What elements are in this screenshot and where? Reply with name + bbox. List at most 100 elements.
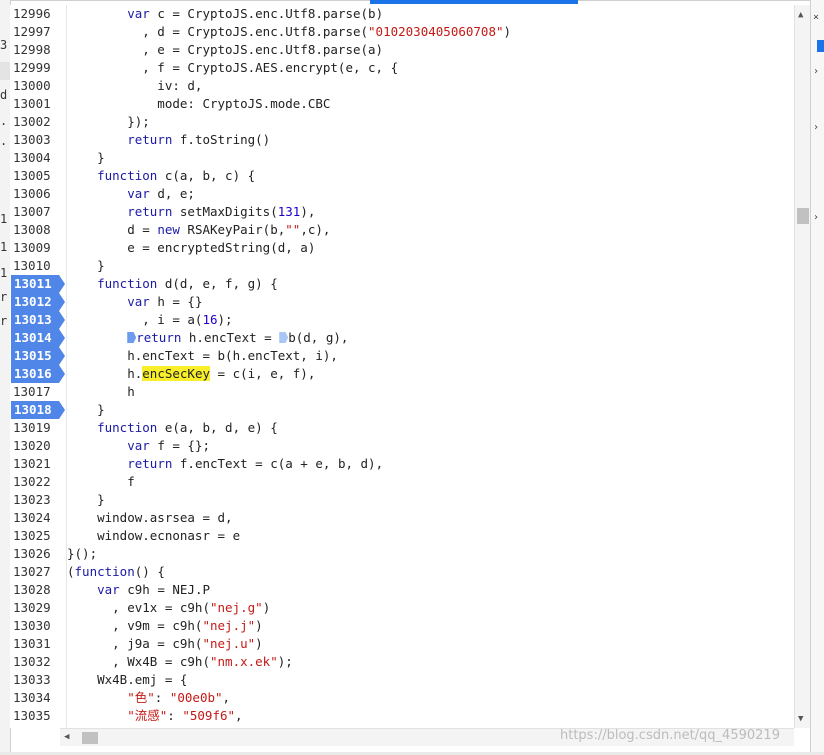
vertical-scroll-thumb[interactable]	[797, 208, 809, 224]
code-line: 13019 function e(a, b, d, e) {	[10, 419, 794, 437]
code-text: h.encText = b(h.encText, i),	[67, 348, 338, 363]
line-number[interactable]: 13008	[13, 221, 63, 239]
code-line: 13032 , Wx4B = c9h("nm.x.ek");	[10, 653, 794, 671]
line-number[interactable]: 13034	[13, 689, 63, 707]
left-panel-fragment	[0, 160, 10, 178]
code-line: 13023 }	[10, 491, 794, 509]
code-text: var c9h = NEJ.P	[97, 582, 210, 597]
code-text: "色": "00e0b",	[127, 690, 231, 705]
line-number[interactable]: 12999	[13, 59, 63, 77]
code-text: window.ecnonasr = e	[67, 528, 241, 543]
horizontal-scroll-thumb[interactable]	[82, 732, 98, 744]
scroll-down-icon[interactable]: ▼	[798, 714, 803, 724]
line-number[interactable]: 13028	[13, 581, 63, 599]
code-line: 13003 return f.toString()	[10, 131, 794, 149]
line-number[interactable]: 13001	[13, 95, 63, 113]
line-number[interactable]: 13017	[13, 383, 63, 401]
left-panel-fragment: 1	[0, 212, 8, 226]
code-text: }	[67, 258, 105, 273]
code-line: 12997 , d = CryptoJS.enc.Utf8.parse("010…	[10, 23, 794, 41]
left-panel-fragment: d	[0, 88, 8, 102]
code-text: var h = {}	[127, 294, 203, 309]
code-text: return f.encText = c(a + e, b, d),	[127, 456, 384, 471]
chevron-icon[interactable]: ›	[813, 122, 819, 133]
line-number[interactable]: 13006	[13, 185, 63, 203]
breakpoint-line-number[interactable]: 13018	[11, 401, 65, 419]
code-text: }	[67, 150, 105, 165]
line-number[interactable]: 13000	[13, 77, 63, 95]
breakpoint-line-number[interactable]: 13015	[11, 347, 65, 365]
watermark: https://blog.csdn.net/qq_4590219	[560, 728, 780, 743]
line-number[interactable]: 13036	[13, 725, 63, 728]
close-icon[interactable]: ×	[813, 12, 819, 23]
code-line: 13025 window.ecnonasr = e	[10, 527, 794, 545]
code-line: 13035 "流感": "509f6",	[10, 707, 794, 725]
code-text: return f.toString()	[127, 132, 271, 147]
line-number[interactable]: 13005	[13, 167, 63, 185]
left-panel-fragment: 1	[0, 240, 8, 254]
code-text: , j9a = c9h("nej.u")	[67, 636, 263, 651]
line-number[interactable]: 13029	[13, 599, 63, 617]
line-number[interactable]: 12998	[13, 41, 63, 59]
line-number[interactable]: 13019	[13, 419, 63, 437]
vertical-scrollbar[interactable]: ▲ ▼	[794, 5, 810, 728]
line-number[interactable]: 13010	[13, 257, 63, 275]
code-editor[interactable]: 12996 var c = CryptoJS.enc.Utf8.parse(b)…	[10, 5, 794, 728]
breakpoint-line-number[interactable]: 13011	[11, 275, 65, 293]
code-line: 13002 });	[10, 113, 794, 131]
code-line: 13028 var c9h = NEJ.P	[10, 581, 794, 599]
code-text: var d, e;	[127, 186, 195, 201]
breakpoint-line-number[interactable]: 13012	[11, 293, 65, 311]
line-number[interactable]: 13026	[13, 545, 63, 563]
code-text: h.encSecKey = c(i, e, f),	[67, 366, 316, 381]
line-number[interactable]: 13003	[13, 131, 63, 149]
code-line: 13011 function d(d, e, f, g) {	[10, 275, 794, 293]
scroll-up-icon[interactable]: ▲	[798, 10, 803, 20]
code-text: }	[67, 492, 105, 507]
line-number[interactable]: 13033	[13, 671, 63, 689]
code-text: f	[67, 474, 135, 489]
line-number[interactable]: 13031	[13, 635, 63, 653]
line-number[interactable]: 13021	[13, 455, 63, 473]
line-number[interactable]: 13004	[13, 149, 63, 167]
code-line: 13027 (function() {	[10, 563, 794, 581]
line-number[interactable]: 13030	[13, 617, 63, 635]
inline-breakpoint-icon[interactable]	[279, 332, 289, 343]
line-number[interactable]: 13007	[13, 203, 63, 221]
code-line: 12996 var c = CryptoJS.enc.Utf8.parse(b)	[10, 5, 794, 23]
line-number[interactable]: 13022	[13, 473, 63, 491]
line-number[interactable]: 13020	[13, 437, 63, 455]
code-line: 13009 e = encryptedString(d, a)	[10, 239, 794, 257]
code-line: 13010 }	[10, 257, 794, 275]
left-panel-fragment: .	[0, 134, 8, 148]
scroll-left-icon[interactable]: ◀	[64, 732, 69, 742]
breakpoint-line-number[interactable]: 13016	[11, 365, 65, 383]
line-number[interactable]: 13032	[13, 653, 63, 671]
code-line: 13030 , v9m = c9h("nej.j")	[10, 617, 794, 635]
code-text: iv: d,	[67, 78, 203, 93]
search-highlight: encSecKey	[142, 366, 210, 381]
breakpoint-line-number[interactable]: 13013	[11, 311, 65, 329]
code-text: , i = a(16);	[67, 312, 233, 327]
code-line: 13004 }	[10, 149, 794, 167]
line-number[interactable]: 13009	[13, 239, 63, 257]
line-number[interactable]: 12996	[13, 5, 63, 23]
code-text: });	[67, 114, 150, 129]
code-text: , f = CryptoJS.AES.encrypt(e, c, {	[67, 60, 399, 75]
line-number[interactable]: 13023	[13, 491, 63, 509]
code-line: 13020 var f = {};	[10, 437, 794, 455]
line-number[interactable]: 13002	[13, 113, 63, 131]
chevron-icon[interactable]: ›	[813, 212, 819, 223]
code-line: 13005 function c(a, b, c) {	[10, 167, 794, 185]
active-tab-indicator	[370, 0, 578, 4]
breakpoint-line-number[interactable]: 13014	[11, 329, 65, 347]
line-number[interactable]: 13027	[13, 563, 63, 581]
line-number[interactable]: 13025	[13, 527, 63, 545]
line-number[interactable]: 12997	[13, 23, 63, 41]
code-text: e = encryptedString(d, a)	[67, 240, 316, 255]
line-number[interactable]: 13035	[13, 707, 63, 725]
code-line: 13024 window.asrsea = d,	[10, 509, 794, 527]
line-number[interactable]: 13024	[13, 509, 63, 527]
inline-breakpoint-icon[interactable]	[127, 332, 137, 343]
chevron-icon[interactable]: ›	[813, 66, 819, 77]
